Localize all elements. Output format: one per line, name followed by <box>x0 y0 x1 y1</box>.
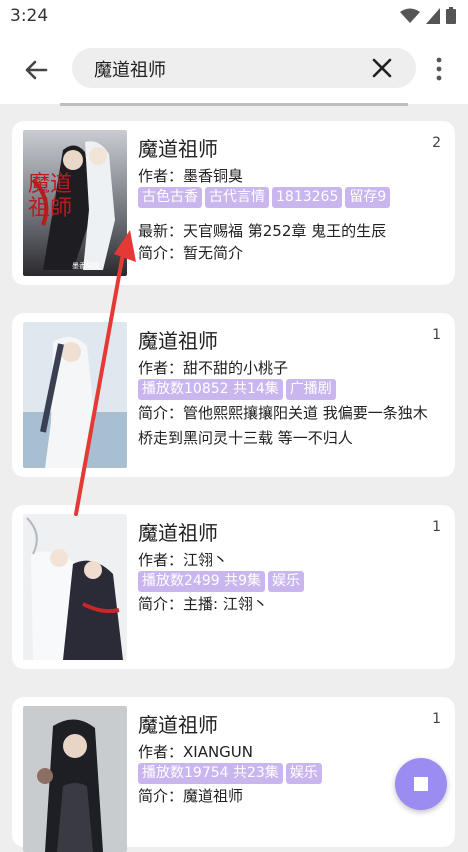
source-count: 2 <box>432 135 441 151</box>
result-author: 作者：甜不甜的小桃子 <box>138 359 289 377</box>
tag: 娱乐 <box>285 763 322 784</box>
status-icons <box>400 7 456 24</box>
status-time: 3:24 <box>10 6 49 26</box>
tag: 娱乐 <box>268 571 304 592</box>
battery-icon <box>446 7 456 24</box>
stop-icon <box>414 777 428 791</box>
result-intro: 简介：管他熙熙攘攘阳关道 我偏要一条独木桥走到黑问灵十三载 等一不归人 <box>138 404 428 447</box>
signal-icon <box>426 7 440 24</box>
tag-list: 播放数2499 共9集 娱乐 <box>138 571 304 592</box>
stop-fab-button[interactable] <box>395 758 447 810</box>
result-intro: 简介：魔道祖师 <box>138 787 244 805</box>
result-intro: 简介：暂无简介 <box>138 244 244 262</box>
result-author: 作者：江翎丶 <box>138 551 229 569</box>
result-card[interactable]: 魔道祖师 1 作者：XIANGUN 播放数19754 共23集 娱乐 简介：魔道… <box>12 697 455 852</box>
top-scroll-indicator <box>60 103 408 106</box>
tag: 播放数2499 共9集 <box>138 571 265 592</box>
result-title: 魔道祖师 <box>138 137 218 161</box>
clear-search-button[interactable] <box>370 56 394 80</box>
status-bar: 3:24 <box>0 0 468 34</box>
latest-chapter: 最新：天官赐福 第252章 鬼王的生辰 <box>138 222 387 240</box>
result-card[interactable]: 魔道祖师 1 作者：甜不甜的小桃子 播放数10852 共14集 广播剧 简介：管… <box>12 313 455 477</box>
result-author: 作者：墨香铜臭 <box>138 167 244 185</box>
tag: 留存9 <box>345 187 391 208</box>
cover-author-text: 墨香铜臭 <box>72 262 100 270</box>
source-count: 1 <box>432 711 441 727</box>
book-cover <box>23 706 127 852</box>
result-card[interactable]: 魔道祖师 2 作者：墨香铜臭 古色古香 古代言情 1813265 留存9 最新：… <box>12 121 455 285</box>
result-card[interactable]: 魔道祖师 1 作者：江翎丶 播放数2499 共9集 娱乐 简介：主播: 江翎丶 <box>12 505 455 669</box>
close-icon <box>372 58 392 78</box>
result-title: 魔道祖师 <box>138 329 218 353</box>
more-vert-icon <box>436 57 442 81</box>
result-title: 魔道祖师 <box>138 521 218 545</box>
tag: 1813265 <box>272 187 343 208</box>
book-cover <box>23 514 127 660</box>
tag: 古色古香 <box>138 187 202 208</box>
book-cover <box>23 322 127 468</box>
source-count: 1 <box>432 327 441 343</box>
tag: 广播剧 <box>285 379 336 400</box>
source-count: 1 <box>432 519 441 535</box>
tag-list: 播放数10852 共14集 广播剧 <box>138 379 336 400</box>
app-bar <box>0 34 468 104</box>
back-button[interactable] <box>18 52 54 88</box>
search-input[interactable] <box>92 54 356 84</box>
tag-list: 古色古香 古代言情 1813265 留存9 <box>138 187 391 208</box>
cover-title-text: 魔道祖師 <box>28 172 73 221</box>
wifi-icon <box>400 8 420 23</box>
tag: 播放数19754 共23集 <box>138 763 283 784</box>
more-options-button[interactable] <box>430 54 448 84</box>
tag: 古代言情 <box>205 187 269 208</box>
result-title: 魔道祖师 <box>138 713 218 737</box>
tag: 播放数10852 共14集 <box>138 379 283 400</box>
arrow-left-icon <box>25 60 48 80</box>
tag-list: 播放数19754 共23集 娱乐 <box>138 763 322 784</box>
result-intro: 简介：主播: 江翎丶 <box>138 595 268 613</box>
search-box <box>72 48 416 88</box>
result-author: 作者：XIANGUN <box>138 743 254 761</box>
